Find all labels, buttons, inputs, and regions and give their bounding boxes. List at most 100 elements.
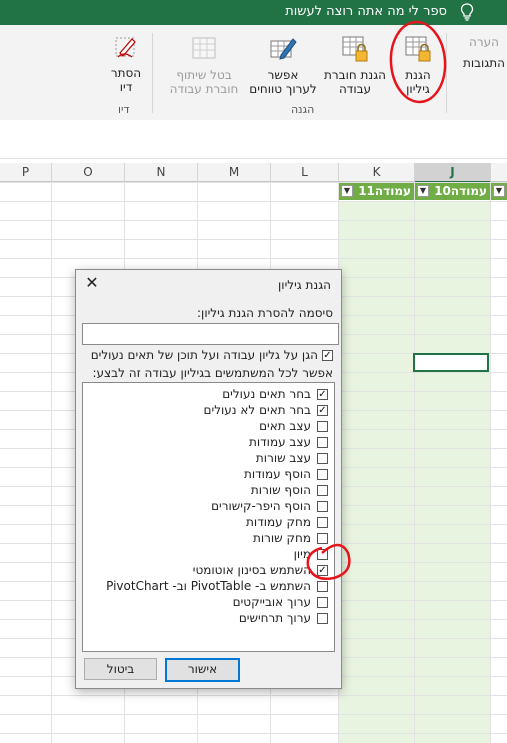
cancel-button[interactable]: ביטול	[84, 658, 157, 680]
option-insert-columns[interactable]: הוסף עמודות	[244, 466, 328, 482]
table-header-label: עמודה10	[434, 184, 487, 198]
option-checkbox[interactable]: ✓	[317, 564, 328, 576]
table-header-cell[interactable]: ▼	[491, 183, 507, 200]
unshare-workbook-button[interactable]: בטל שיתוף חוברת עבודה	[163, 35, 245, 96]
option-checkbox[interactable]	[317, 468, 328, 480]
column-header-p[interactable]: P	[0, 163, 52, 182]
new-comment-partial[interactable]: הערה	[469, 35, 499, 49]
option-sort[interactable]: מיון	[294, 546, 328, 562]
table-header-cell[interactable]: עמודה11 ▼	[339, 183, 414, 200]
filter-dropdown-icon[interactable]: ▼	[341, 185, 353, 197]
option-label: ערוך תרחישים	[238, 611, 311, 625]
tell-me-bar: ספר לי מה אתה רוצה לעשות	[0, 0, 507, 25]
option-use-autofilter[interactable]: ✓ השתמש בסינון אוטומטי	[193, 562, 328, 578]
allow-edit-ranges-button[interactable]: אפשר לערוך טווחים	[246, 35, 320, 96]
option-label: עצב עמודות	[248, 435, 311, 449]
option-edit-scenarios[interactable]: ערוך תרחישים	[239, 610, 328, 626]
option-delete-rows[interactable]: מחק שורות	[253, 530, 328, 546]
table-header-cell[interactable]: עמודה10 ▼	[415, 183, 490, 200]
option-format-columns[interactable]: עצב עמודות	[249, 434, 328, 450]
option-checkbox[interactable]	[317, 596, 328, 608]
column-header-k[interactable]: K	[339, 163, 415, 182]
option-checkbox[interactable]	[317, 516, 328, 528]
group-label-ink: דיו	[118, 103, 130, 116]
protect-workbook-label-2: עבודה	[338, 82, 372, 96]
column-header-m[interactable]: M	[198, 163, 271, 182]
option-checkbox[interactable]	[317, 532, 328, 544]
option-checkbox[interactable]	[317, 548, 328, 560]
allow-edit-ranges-label-1: אפשר	[267, 68, 299, 82]
option-checkbox[interactable]	[317, 580, 328, 592]
column-header-j[interactable]: J	[415, 163, 491, 183]
option-checkbox[interactable]	[317, 452, 328, 464]
tell-me-input[interactable]: ספר לי מה אתה רוצה לעשות	[285, 4, 447, 19]
permissions-listbox[interactable]: ✓ בחר תאים נעולים ✓ בחר תאים לא נעולים ע…	[82, 382, 335, 652]
grid-line	[51, 182, 52, 743]
hide-ink-button[interactable]: הסתר דיו	[102, 33, 150, 94]
protect-workbook-label-1: הגנת חוברת	[324, 68, 386, 82]
show-comments-partial[interactable]: התגובות	[463, 56, 505, 70]
protect-workbook-icon	[342, 36, 368, 62]
password-label: סיסמה להסרת הגנת גיליון:	[197, 306, 333, 320]
option-label: הוסף היפר-קישורים	[211, 499, 311, 513]
option-checkbox[interactable]	[317, 500, 328, 512]
option-insert-hyperlinks[interactable]: הוסף היפר-קישורים	[211, 498, 328, 514]
option-checkbox[interactable]: ✓	[317, 388, 328, 400]
formula-area	[0, 120, 507, 159]
option-label: ערוך אובייקטים	[232, 595, 311, 609]
group-label-protect: הגנה	[291, 103, 315, 116]
option-label: עצב תאים	[259, 419, 311, 433]
unshare-workbook-icon	[192, 37, 216, 59]
table-header-label: עמודה11	[358, 184, 411, 198]
option-delete-columns[interactable]: מחק עמודות	[246, 514, 328, 530]
protect-sheet-button[interactable]: הגנת גיליון	[392, 35, 444, 96]
unshare-workbook-label-2: חוברת עבודה	[169, 82, 239, 96]
allow-edit-ranges-label-2: לערוך טווחים	[249, 82, 317, 96]
protect-contents-label: הגן על גליון עבודה ועל תוכן של תאים נעול…	[90, 348, 318, 362]
option-label: בחר תאים נעולים	[222, 387, 311, 401]
hide-ink-label-1: הסתר	[110, 66, 142, 80]
option-select-locked[interactable]: ✓ בחר תאים נעולים	[222, 386, 328, 402]
option-label: השתמש ב- PivotTable וב- PivotChart	[106, 579, 311, 593]
ink-pen-icon	[115, 37, 136, 58]
option-checkbox[interactable]	[317, 484, 328, 496]
option-label: עצב שורות	[255, 451, 311, 465]
option-checkbox[interactable]: ✓	[317, 404, 328, 416]
option-label: מחק שורות	[252, 531, 311, 545]
group-separator	[446, 33, 447, 113]
option-label: בחר תאים לא נעולים	[203, 403, 311, 417]
option-format-cells[interactable]: עצב תאים	[259, 418, 328, 434]
column-header-n[interactable]: N	[125, 163, 198, 182]
protect-sheet-dialog: הגנת גיליון ✕ סיסמה להסרת הגנת גיליון: ✓…	[75, 269, 342, 689]
option-label: הוסף עמודות	[243, 467, 311, 481]
option-checkbox[interactable]	[317, 612, 328, 624]
protect-sheet-label-2: גיליון	[406, 82, 430, 96]
protect-sheet-label-1: הגנת	[405, 68, 431, 82]
option-label: מיון	[293, 547, 311, 561]
grid-line	[414, 182, 415, 743]
option-select-unlocked[interactable]: ✓ בחר תאים לא נעולים	[204, 402, 328, 418]
option-insert-rows[interactable]: הוסף שורות	[251, 482, 328, 498]
edit-ranges-icon	[270, 38, 297, 60]
option-checkbox[interactable]	[317, 420, 328, 432]
protect-contents-row[interactable]: ✓ הגן על גליון עבודה ועל תוכן של תאים נע…	[91, 348, 333, 362]
ok-button[interactable]: אישור	[165, 658, 240, 682]
option-format-rows[interactable]: עצב שורות	[256, 450, 328, 466]
protect-sheet-icon	[405, 36, 431, 62]
protect-workbook-button[interactable]: הגנת חוברת עבודה	[320, 35, 390, 96]
option-label: השתמש בסינון אוטומטי	[192, 563, 311, 577]
filter-dropdown-icon[interactable]: ▼	[493, 185, 505, 197]
group-separator	[152, 33, 153, 113]
filter-dropdown-icon[interactable]: ▼	[417, 185, 429, 197]
close-icon[interactable]: ✕	[84, 275, 100, 291]
protect-contents-checkbox[interactable]: ✓	[322, 349, 333, 361]
option-checkbox[interactable]	[317, 436, 328, 448]
active-cell[interactable]	[413, 353, 489, 372]
column-header-o[interactable]: O	[52, 163, 125, 182]
column-header-l[interactable]: L	[271, 163, 339, 182]
password-input[interactable]	[82, 323, 339, 345]
option-label: הוסף שורות	[250, 483, 311, 497]
option-edit-objects[interactable]: ערוך אובייקטים	[233, 594, 328, 610]
option-use-pivottable[interactable]: השתמש ב- PivotTable וב- PivotChart	[106, 578, 328, 594]
column-header-i[interactable]	[491, 163, 507, 182]
